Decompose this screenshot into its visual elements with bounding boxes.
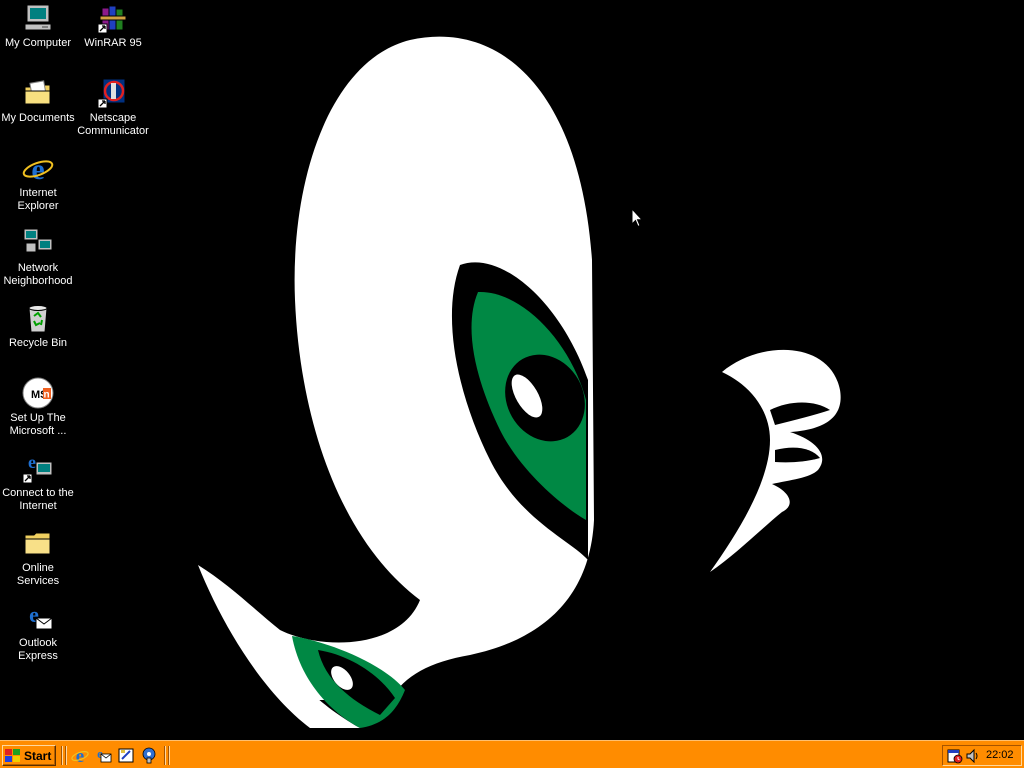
task-scheduler-icon[interactable] — [947, 748, 963, 764]
taskbar-separator — [164, 746, 166, 765]
desktop[interactable]: My Computer WinRAR 95 My Documents Netsc… — [0, 0, 1024, 740]
quicklaunch-internet-explorer-icon[interactable]: e — [71, 746, 89, 764]
svg-text:e: e — [31, 153, 44, 184]
folder-documents-icon — [24, 80, 51, 105]
svg-text:e: e — [76, 746, 84, 764]
taskbar-separator — [168, 746, 170, 765]
volume-icon[interactable] — [964, 748, 980, 764]
quicklaunch-channels-icon[interactable] — [140, 746, 158, 764]
computer-icon — [24, 4, 52, 31]
desktop-icon-label: Outlook Express — [18, 637, 58, 662]
network-icon — [23, 228, 53, 257]
desktop-icon-my-documents[interactable]: My Documents — [0, 77, 76, 125]
desktop-icon-my-computer[interactable]: My Computer — [0, 2, 76, 50]
msn-icon: MS n — [22, 377, 54, 409]
outlook-express-icon: e — [29, 602, 53, 630]
taskbar-separator — [61, 746, 63, 765]
desktop-icon-winrar[interactable]: WinRAR 95 — [75, 2, 151, 50]
quicklaunch-outlook-express-icon[interactable]: e — [94, 746, 112, 764]
connect-internet-icon: e — [22, 452, 53, 484]
desktop-icon-internet-explorer[interactable]: e Internet Explorer — [0, 152, 76, 213]
netscape-icon — [97, 78, 126, 109]
desktop-icon-label: Recycle Bin — [8, 337, 68, 349]
desktop-icon-label: Set Up The Microsoft ... — [9, 412, 67, 437]
start-label: Start — [24, 748, 52, 763]
svg-text:n: n — [44, 390, 50, 401]
desktop-icon-network-neighborhood[interactable]: Network Neighborhood — [0, 227, 76, 288]
desktop-icon-label: My Computer — [4, 37, 72, 49]
taskbar-separator — [65, 746, 67, 765]
desktop-icon-label: Netscape Communicator — [77, 112, 149, 137]
windows-logo-icon — [5, 748, 20, 762]
svg-text:e: e — [28, 452, 36, 472]
clock[interactable]: 22:02 — [986, 749, 1014, 761]
folder-icon — [24, 532, 51, 555]
internet-explorer-icon: e — [22, 153, 54, 184]
desktop-icon-label: Connect to the Internet — [2, 487, 74, 512]
desktop-icon-outlook-express[interactable]: e Outlook Express — [0, 602, 76, 663]
desktop-icon-label: My Documents — [1, 112, 75, 124]
desktop-icon-recycle-bin[interactable]: Recycle Bin — [0, 302, 76, 350]
desktop-icon-msn-setup[interactable]: MS n Set Up The Microsoft ... — [0, 377, 76, 438]
desktop-icon-label: Online Services — [16, 562, 60, 587]
wallpaper-image — [0, 0, 1024, 740]
quicklaunch-show-desktop-icon[interactable] — [117, 746, 135, 764]
taskbar: Start e e 22:02 — [0, 740, 1024, 768]
winrar-icon — [97, 5, 127, 34]
desktop-icon-online-services[interactable]: Online Services — [0, 527, 76, 588]
system-tray: 22:02 — [942, 745, 1022, 766]
desktop-icon-connect-internet[interactable]: e Connect to the Internet — [0, 452, 76, 513]
desktop-icon-label: WinRAR 95 — [84, 37, 142, 49]
desktop-icon-label: Internet Explorer — [17, 187, 59, 212]
start-button[interactable]: Start — [2, 745, 56, 766]
desktop-icon-label: Network Neighborhood — [3, 262, 73, 287]
desktop-icon-netscape[interactable]: Netscape Communicator — [75, 77, 151, 138]
recycle-bin-icon — [28, 305, 48, 333]
mouse-cursor-icon — [631, 208, 643, 228]
